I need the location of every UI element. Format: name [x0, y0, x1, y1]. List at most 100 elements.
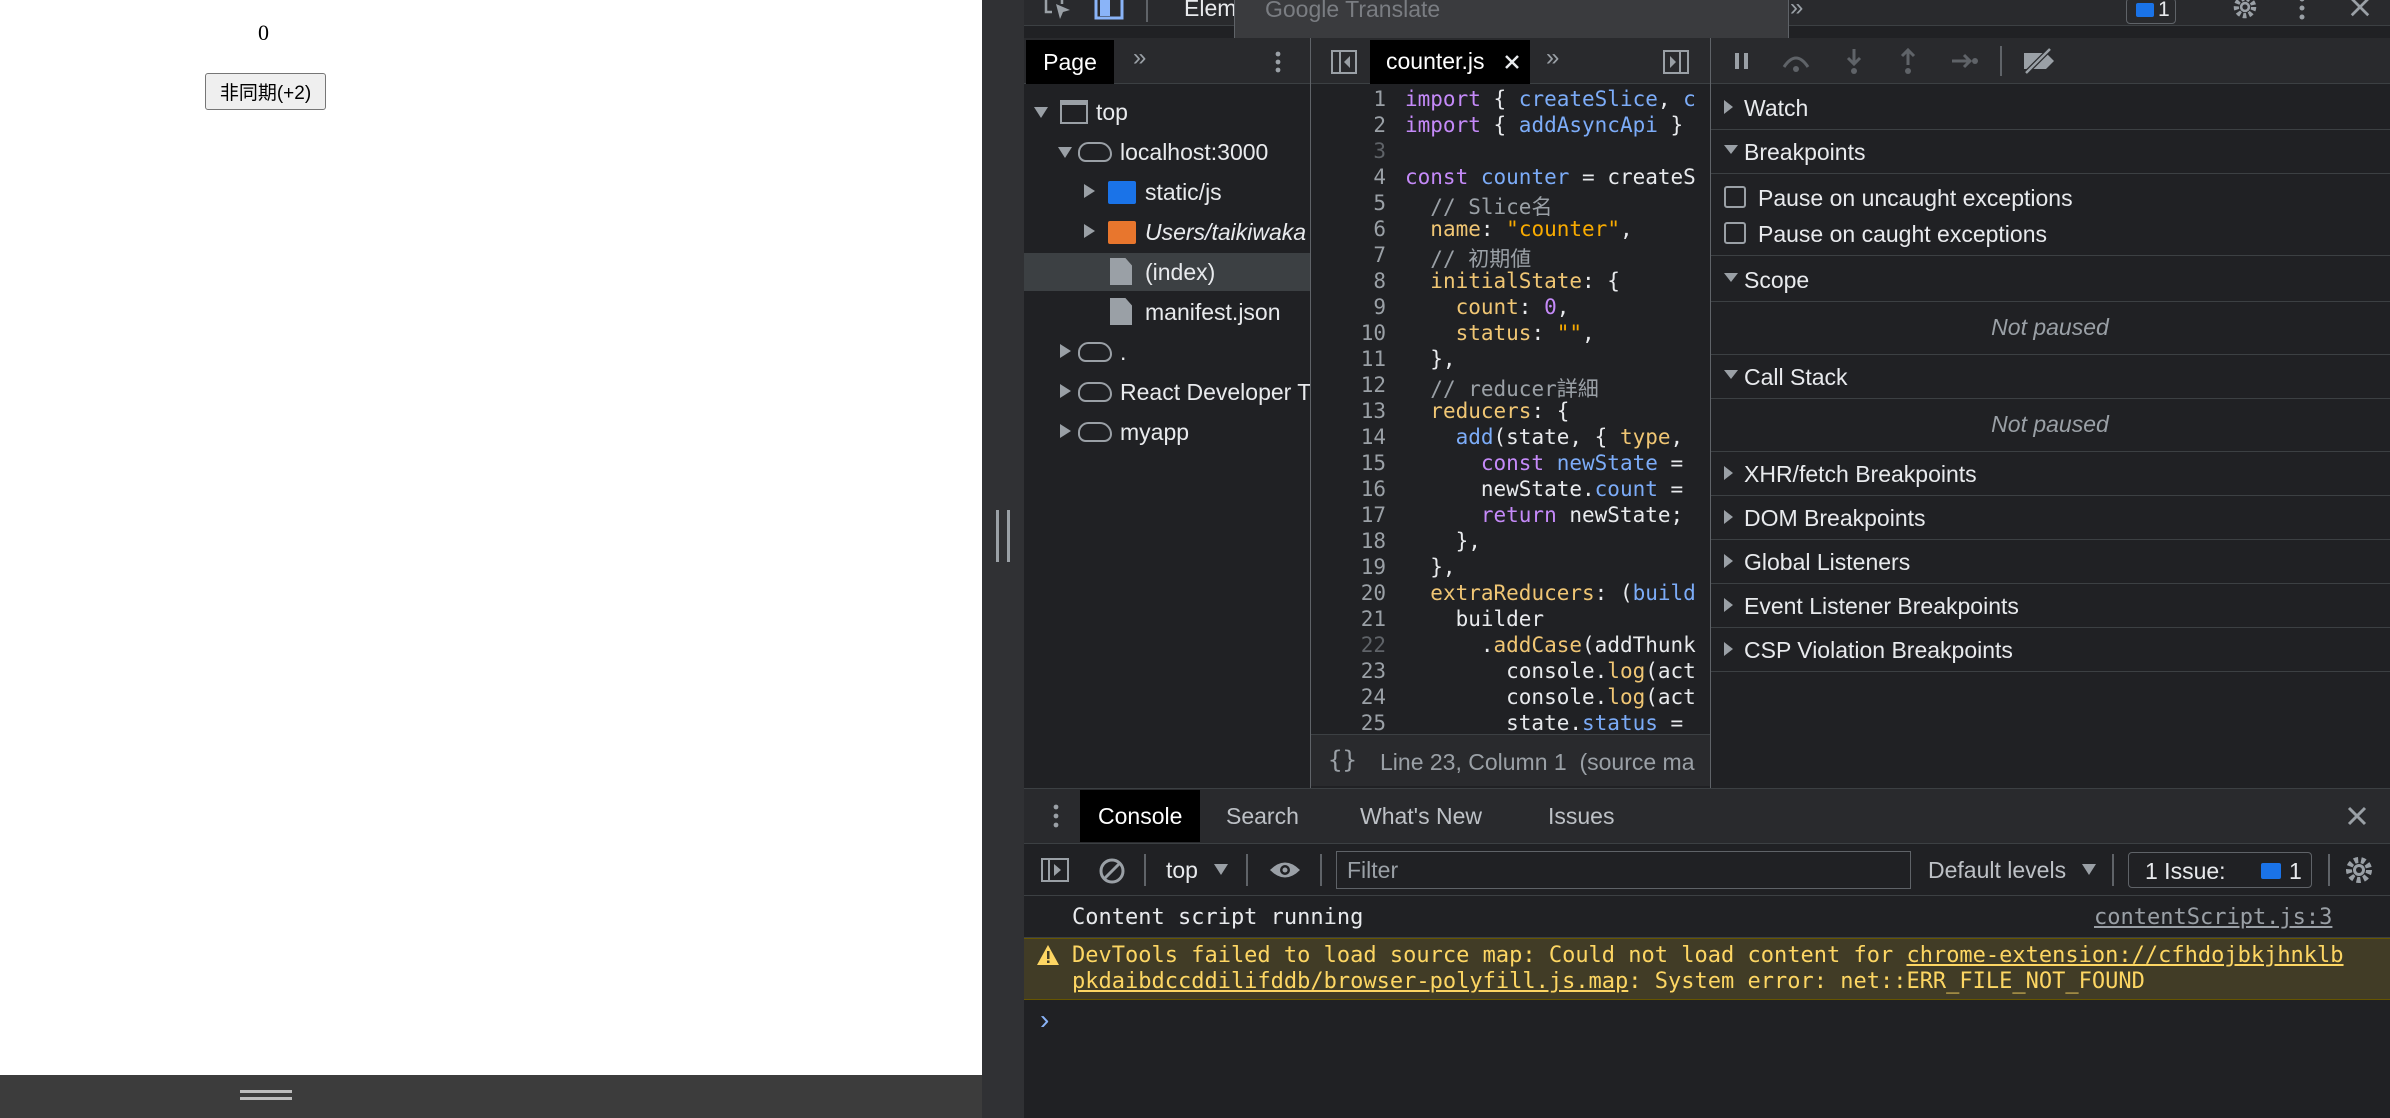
tree-item-static-js[interactable]: static/js [1145, 179, 1222, 206]
line-number[interactable]: 6 [1316, 217, 1386, 241]
line-number[interactable]: 25 [1316, 711, 1386, 734]
console-message-source-link[interactable]: contentScript.js:3 [2094, 905, 2332, 930]
section-watch[interactable]: Watch [1710, 86, 2390, 130]
context-select[interactable]: top [1166, 857, 1198, 884]
section-event-listener-breakpoints[interactable]: Event Listener Breakpoints [1710, 584, 2390, 628]
navigator-menu-icon[interactable] [1272, 50, 1284, 74]
line-number[interactable]: 22 [1316, 633, 1386, 657]
tab-page[interactable]: Page [1026, 40, 1114, 84]
line-number[interactable]: 7 [1316, 243, 1386, 267]
section-dom-breakpoints[interactable]: DOM Breakpoints [1710, 496, 2390, 540]
drawer-menu-icon[interactable] [1050, 803, 1062, 829]
tree-item-localhost[interactable]: localhost:3000 [1120, 139, 1268, 166]
line-number[interactable]: 17 [1316, 503, 1386, 527]
pause-caught-checkbox[interactable] [1724, 222, 1746, 244]
line-number[interactable]: 8 [1316, 269, 1386, 293]
step-into-icon[interactable] [1842, 47, 1866, 75]
issues-button[interactable]: 1 Issue: 1 [2128, 852, 2312, 888]
line-number[interactable]: 24 [1316, 685, 1386, 709]
line-number[interactable]: 4 [1316, 165, 1386, 189]
line-number[interactable]: 21 [1316, 607, 1386, 631]
tree-item-manifest[interactable]: manifest.json [1145, 299, 1281, 326]
pane-divider[interactable] [1710, 38, 1711, 788]
inspect-element-icon[interactable] [1044, 0, 1074, 20]
expand-arrow-icon[interactable] [1034, 107, 1048, 118]
more-tabs-icon[interactable]: » [1790, 0, 1803, 22]
splitter-grip-icon[interactable] [996, 510, 1010, 562]
console-settings-gear-icon[interactable] [2344, 855, 2374, 885]
warning-link-part1[interactable]: chrome-extension://cfhdojbkjhnklb [1906, 943, 2343, 968]
log-levels-select[interactable]: Default levels [1928, 857, 2066, 884]
settings-gear-icon[interactable] [2230, 0, 2260, 20]
tab-search[interactable]: Search [1208, 790, 1317, 842]
section-breakpoints[interactable]: Breakpoints [1710, 130, 2390, 174]
issues-counter[interactable]: 1 [2126, 0, 2176, 24]
line-number[interactable]: 5 [1316, 191, 1386, 215]
close-tab-icon[interactable] [1504, 54, 1520, 70]
tab-issues[interactable]: Issues [1530, 790, 1632, 842]
section-scope[interactable]: Scope [1710, 258, 2390, 302]
collapse-arrow-icon[interactable] [1060, 344, 1071, 358]
tree-item-top[interactable]: top [1096, 99, 1128, 126]
step-over-icon[interactable] [1780, 49, 1812, 73]
collapse-arrow-icon[interactable] [1084, 184, 1095, 198]
line-number[interactable]: 23 [1316, 659, 1386, 683]
toggle-debugger-icon[interactable] [1662, 49, 1690, 75]
clear-console-icon[interactable] [1098, 857, 1126, 885]
line-number[interactable]: 3 [1316, 139, 1386, 163]
line-number[interactable]: 15 [1316, 451, 1386, 475]
line-number[interactable]: 20 [1316, 581, 1386, 605]
line-number[interactable]: 13 [1316, 399, 1386, 423]
pause-icon[interactable] [1730, 49, 1754, 73]
async-add-button[interactable]: 非同期(+2) [205, 73, 326, 110]
tree-item-myapp[interactable]: myapp [1120, 419, 1189, 446]
tree-item-index[interactable]: (index) [1145, 259, 1215, 286]
tree-item-dot[interactable]: . [1120, 339, 1126, 366]
live-expression-eye-icon[interactable] [1268, 859, 1302, 881]
deactivate-breakpoints-icon[interactable] [2020, 47, 2060, 75]
line-number[interactable]: 2 [1316, 113, 1386, 137]
line-number[interactable]: 11 [1316, 347, 1386, 371]
section-call-stack[interactable]: Call Stack [1710, 355, 2390, 399]
pretty-print-icon[interactable]: {} [1328, 746, 1357, 774]
console-input[interactable] [1072, 1004, 2372, 1044]
close-drawer-icon[interactable] [2346, 805, 2368, 827]
line-number[interactable]: 16 [1316, 477, 1386, 501]
more-vertical-icon[interactable] [2294, 0, 2310, 20]
line-number[interactable]: 14 [1316, 425, 1386, 449]
line-number[interactable]: 9 [1316, 295, 1386, 319]
section-xhr-breakpoints[interactable]: XHR/fetch Breakpoints [1710, 452, 2390, 496]
step-icon[interactable] [1950, 49, 1980, 73]
close-devtools-icon[interactable] [2348, 0, 2372, 18]
device-toolbar-icon[interactable] [1094, 0, 1124, 20]
collapse-arrow-icon[interactable] [1060, 424, 1071, 438]
pane-divider[interactable] [1310, 38, 1311, 788]
tab-elements[interactable]: Elem [1184, 0, 1236, 22]
code-line: import { createSlice, c [1405, 87, 1696, 111]
filter-input[interactable] [1336, 851, 1911, 889]
navigator-more-icon[interactable]: » [1133, 44, 1146, 72]
line-number[interactable]: 12 [1316, 373, 1386, 397]
section-global-listeners[interactable]: Global Listeners [1710, 540, 2390, 584]
tab-counter-js[interactable]: counter.js [1370, 40, 1530, 84]
editor-more-icon[interactable]: » [1546, 44, 1559, 72]
warning-link-part2[interactable]: pkdaibdccddilifddb/browser-polyfill.js.m… [1072, 969, 1628, 994]
collapse-arrow-icon[interactable] [1084, 224, 1095, 238]
tab-console[interactable]: Console [1080, 790, 1201, 842]
line-number[interactable]: 10 [1316, 321, 1386, 345]
line-number[interactable]: 19 [1316, 555, 1386, 579]
tab-whats-new[interactable]: What's New [1342, 790, 1500, 842]
code-line: initialState: { [1430, 269, 1620, 293]
show-sidebar-icon[interactable] [1040, 857, 1070, 883]
viewport-resize-handle[interactable] [240, 1090, 292, 1100]
line-number[interactable]: 18 [1316, 529, 1386, 553]
line-number[interactable]: 1 [1316, 87, 1386, 111]
toggle-navigator-icon[interactable] [1330, 49, 1358, 75]
tree-item-users[interactable]: Users/taikiwaka [1145, 219, 1310, 246]
section-csp-breakpoints[interactable]: CSP Violation Breakpoints [1710, 628, 2390, 672]
pause-uncaught-checkbox[interactable] [1724, 186, 1746, 208]
collapse-arrow-icon[interactable] [1060, 384, 1071, 398]
tree-item-react-devtools[interactable]: React Developer T [1120, 379, 1310, 406]
step-out-icon[interactable] [1896, 47, 1920, 75]
expand-arrow-icon[interactable] [1058, 147, 1072, 158]
